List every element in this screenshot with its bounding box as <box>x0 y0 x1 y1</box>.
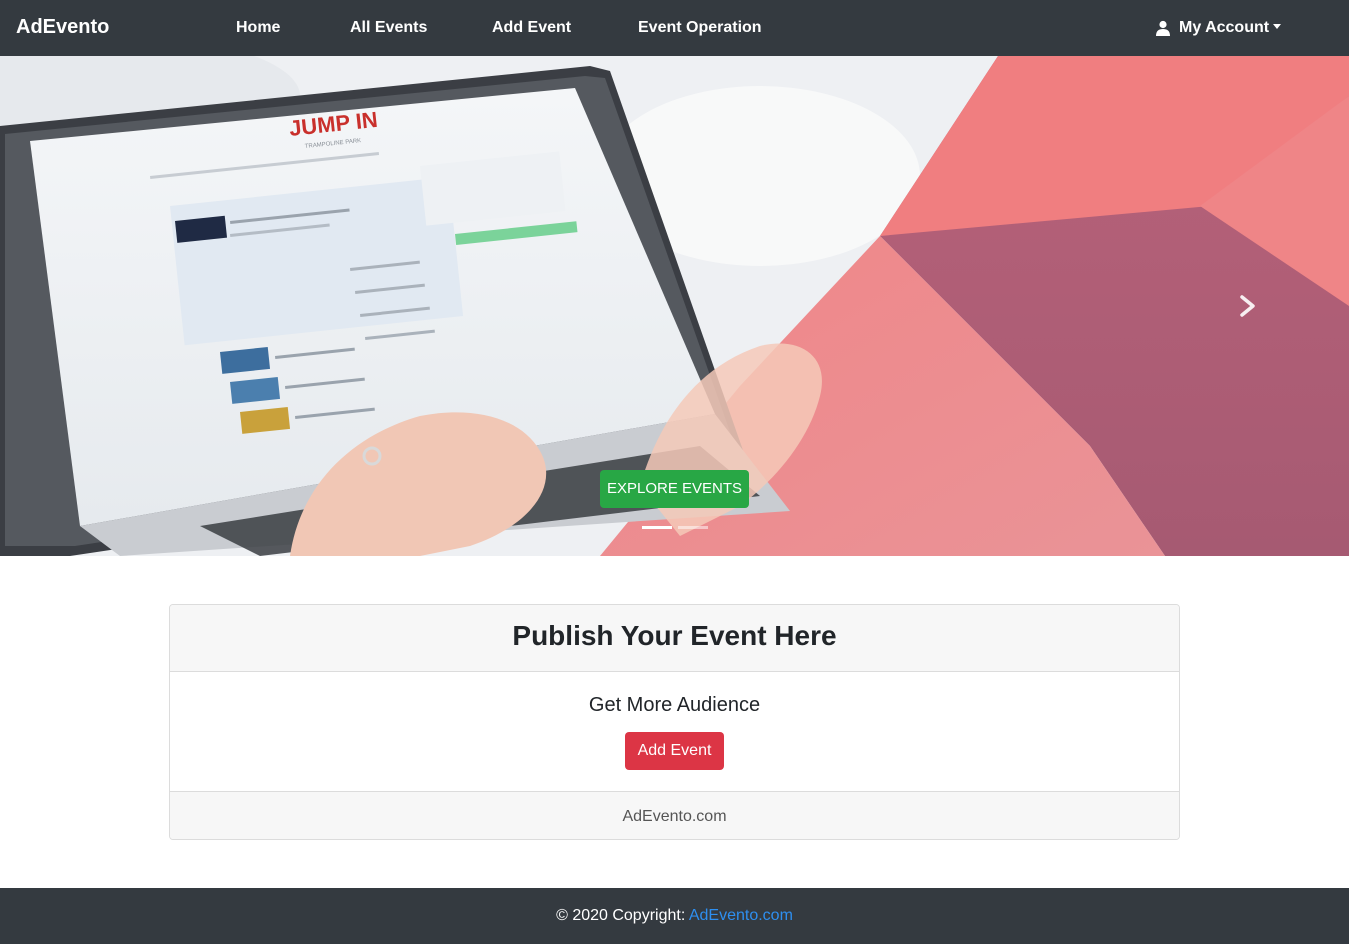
nav-add-event[interactable]: Add Event <box>492 19 571 37</box>
copyright-text: © 2020 Copyright: <box>556 907 689 924</box>
nav-home[interactable]: Home <box>236 19 280 37</box>
hero-carousel: JUMP IN TRAMPOLINE PARK EXPLORE EVENTS <box>0 56 1349 556</box>
user-icon <box>1156 20 1170 36</box>
brand-logo[interactable]: AdEvento <box>16 16 109 39</box>
explore-events-button[interactable]: EXPLORE EVENTS <box>600 470 749 508</box>
my-account-dropdown[interactable]: My Account <box>1155 19 1282 37</box>
card-body: Get More Audience Add Event <box>170 672 1179 791</box>
nav-all-events[interactable]: All Events <box>350 19 427 37</box>
footer-copyright: © 2020 Copyright: AdEvento.com <box>0 907 1349 925</box>
chevron-right-icon[interactable] <box>1236 294 1258 318</box>
card-footer-text: AdEvento.com <box>622 808 727 825</box>
carousel-indicator-1[interactable] <box>642 526 672 529</box>
caret-down-icon <box>1273 23 1282 29</box>
account-label: My Account <box>1179 19 1270 36</box>
carousel-indicator-2[interactable] <box>678 526 708 529</box>
card-title: Publish Your Event Here <box>512 620 837 651</box>
publish-event-card: Publish Your Event Here Get More Audienc… <box>169 604 1180 840</box>
card-subtitle: Get More Audience <box>588 694 761 716</box>
footer-link[interactable]: AdEvento.com <box>689 907 793 924</box>
card-footer: AdEvento.com <box>170 791 1179 839</box>
card-header: Publish Your Event Here <box>170 605 1179 672</box>
navbar: AdEvento Home All Events Add Event Event… <box>0 0 1349 56</box>
add-event-button[interactable]: Add Event <box>625 732 724 770</box>
nav-event-operation[interactable]: Event Operation <box>638 19 762 37</box>
page-footer: © 2020 Copyright: AdEvento.com <box>0 888 1349 944</box>
